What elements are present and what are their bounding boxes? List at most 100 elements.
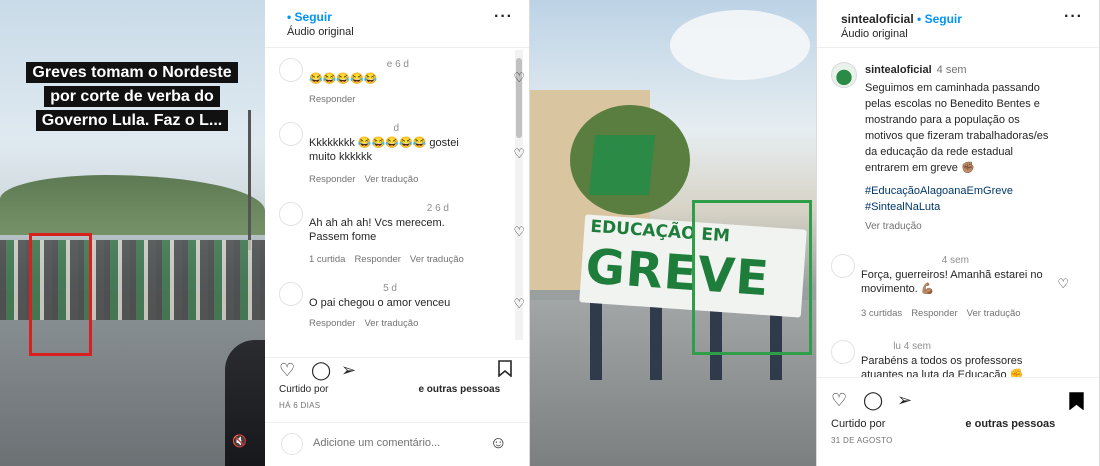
- comment-text: Força, guerreiros! Amanhã estarei no mov…: [861, 269, 1043, 295]
- caption-line-2: por corte de verba do: [44, 86, 220, 107]
- more-options-icon[interactable]: ···: [494, 8, 513, 26]
- caption-hashtags[interactable]: #EducaçãoAlagoanaEmGreve #SintealNaLuta: [865, 183, 1055, 215]
- reply-link[interactable]: Responder: [309, 94, 355, 105]
- avatar[interactable]: [279, 202, 303, 226]
- comment-actions: 1 curtida Responder Ver tradução: [309, 254, 473, 265]
- post-date[interactable]: 31 DE AGOSTO: [831, 436, 893, 445]
- comment-text: Ah ah ah ah! Vcs merecem. Passem fome: [309, 217, 445, 243]
- post1-comments-panel: • Seguir Áudio original ··· e 6 d 😂😂😂😂😂 R…: [265, 0, 530, 466]
- comment-body: 5 d O pai chegou o amor venceu: [309, 282, 484, 310]
- avatar[interactable]: [279, 122, 303, 146]
- likes-count[interactable]: 3 curtidas: [861, 308, 902, 319]
- cloud: [670, 10, 810, 80]
- emoji-icon[interactable]: ☺: [490, 433, 507, 453]
- comment-actions: Responder: [309, 94, 364, 105]
- follow-button[interactable]: • Seguir: [917, 12, 962, 26]
- mute-icon[interactable]: 🔇: [232, 434, 247, 448]
- comment-body: d Kkkkkkkk 😂😂😂😂😂 gostei muito kkkkkk: [309, 122, 484, 164]
- post1-action-bar: ♡ ◯ ➢: [265, 357, 529, 387]
- follow-button[interactable]: • Seguir: [287, 10, 332, 24]
- liked-by-others[interactable]: e outras pessoas: [965, 418, 1055, 430]
- avatar: [281, 433, 303, 455]
- comment: lu 4 sem Parabéns a todos os professores …: [831, 340, 1061, 377]
- comment-text: 😂😂😂😂😂: [309, 73, 378, 85]
- audio-label[interactable]: Áudio original: [841, 28, 908, 40]
- add-comment-bar: Adicione um comentário... ☺: [265, 422, 529, 466]
- more-options-icon[interactable]: ···: [1064, 8, 1083, 26]
- comment-actions: Responder Ver tradução: [309, 318, 427, 329]
- caption-text: Seguimos em caminhada passando pelas esc…: [865, 82, 1049, 174]
- translate-link[interactable]: Ver tradução: [364, 318, 418, 329]
- liked-by-prefix: Curtido por: [831, 418, 886, 430]
- comment-bubble-icon[interactable]: ◯: [863, 390, 883, 410]
- add-comment-input[interactable]: Adicione um comentário...: [313, 437, 440, 449]
- comment-actions: Responder Ver tradução: [309, 174, 427, 185]
- post2-username[interactable]: sintealoficial • Seguir: [841, 12, 962, 26]
- translate-link[interactable]: Ver tradução: [410, 254, 464, 265]
- comment-bubble-icon[interactable]: ◯: [311, 360, 331, 380]
- avatar[interactable]: [279, 58, 303, 82]
- liked-by-others[interactable]: e outras pessoas: [418, 384, 500, 395]
- comment-text: Kkkkkkkk 😂😂😂😂😂 gostei muito kkkkkk: [309, 137, 459, 163]
- heart-icon[interactable]: ♡: [1057, 276, 1069, 292]
- post2-header: sintealoficial • Seguir Áudio original ·…: [817, 0, 1099, 48]
- audio-label[interactable]: Áudio original: [287, 26, 354, 38]
- reply-link[interactable]: Responder: [309, 174, 355, 185]
- likes-count[interactable]: 1 curtida: [309, 254, 345, 265]
- comment-body: e 6 d 😂😂😂😂😂: [309, 58, 484, 86]
- username-text[interactable]: sintealoficial: [841, 12, 914, 26]
- like-heart-icon[interactable]: ♡: [279, 360, 295, 380]
- caption-header: sintealoficial 4 sem: [865, 64, 967, 76]
- comment-text: O pai chegou o amor venceu: [309, 297, 451, 309]
- avatar[interactable]: [279, 282, 303, 306]
- comment-text: Parabéns a todos os professores atuantes…: [861, 355, 1024, 377]
- save-bookmark-icon[interactable]: [498, 360, 512, 381]
- caption-line-1: Greves tomam o Nordeste: [26, 62, 238, 83]
- save-bookmark-icon[interactable]: [1069, 392, 1084, 414]
- liked-by-prefix: Curtido por: [279, 384, 329, 395]
- post2-comments-panel: sintealoficial • Seguir Áudio original ·…: [816, 0, 1100, 466]
- liked-by: Curtido por e outras pessoas: [279, 384, 500, 395]
- comment-time: e 6 d: [386, 59, 409, 70]
- comment-time: 5 d: [383, 283, 397, 294]
- comment-body: lu 4 sem Parabéns a todos os professores …: [861, 340, 1051, 377]
- red-highlight-box: [29, 233, 92, 356]
- comment-body: 4 sem Força, guerreiros! Amanhã estarei n…: [861, 254, 1051, 296]
- caption-username[interactable]: sintealoficial: [865, 64, 932, 76]
- heart-icon[interactable]: ♡: [513, 224, 525, 240]
- comment-actions: 3 curtidas Responder Ver tradução: [861, 308, 1030, 319]
- avatar[interactable]: [831, 254, 855, 278]
- avatar[interactable]: [831, 340, 855, 364]
- post1-username[interactable]: • Seguir: [287, 10, 332, 24]
- post-date[interactable]: HÁ 6 DIAS: [279, 401, 320, 410]
- heart-icon[interactable]: ♡: [513, 146, 525, 162]
- post2-video[interactable]: EDUCAÇÃO EM GREVE: [530, 0, 816, 466]
- translate-link[interactable]: Ver tradução: [967, 308, 1021, 319]
- like-heart-icon[interactable]: ♡: [831, 390, 847, 410]
- reply-link[interactable]: Responder: [354, 254, 400, 265]
- translate-link[interactable]: Ver tradução: [865, 221, 922, 232]
- post1-video[interactable]: Greves tomam o Nordeste por corte de ver…: [0, 0, 265, 466]
- comment-time: 4 sem: [941, 255, 969, 266]
- post2-action-bar: ♡ ◯ ➢: [817, 377, 1099, 411]
- video-caption: Greves tomam o Nordeste por corte de ver…: [14, 61, 250, 133]
- trees-background: [0, 175, 265, 235]
- reply-link[interactable]: Responder: [309, 318, 355, 329]
- green-flag: [588, 135, 656, 195]
- heart-icon[interactable]: ♡: [513, 70, 525, 86]
- comment-time: 2 6 d: [426, 203, 449, 214]
- green-highlight-box: [692, 200, 812, 355]
- share-send-icon[interactable]: ➢: [897, 390, 912, 410]
- heart-icon[interactable]: ♡: [513, 296, 525, 312]
- comment-body: 2 6 d Ah ah ah ah! Vcs merecem. Passem fo…: [309, 202, 484, 244]
- reply-link[interactable]: Responder: [911, 308, 957, 319]
- liked-by: Curtido por e outras pessoas: [831, 418, 1055, 430]
- comment-time: d: [393, 123, 399, 134]
- share-send-icon[interactable]: ➢: [341, 360, 356, 380]
- caption-line-3: Governo Lula. Faz o L...: [35, 110, 229, 131]
- sinteal-avatar[interactable]: [831, 62, 857, 88]
- caption-time[interactable]: 4 sem: [937, 64, 967, 76]
- translate-link[interactable]: Ver tradução: [364, 174, 418, 185]
- comment-time: lu 4 sem: [893, 341, 931, 352]
- post1-header: • Seguir Áudio original ···: [265, 0, 529, 48]
